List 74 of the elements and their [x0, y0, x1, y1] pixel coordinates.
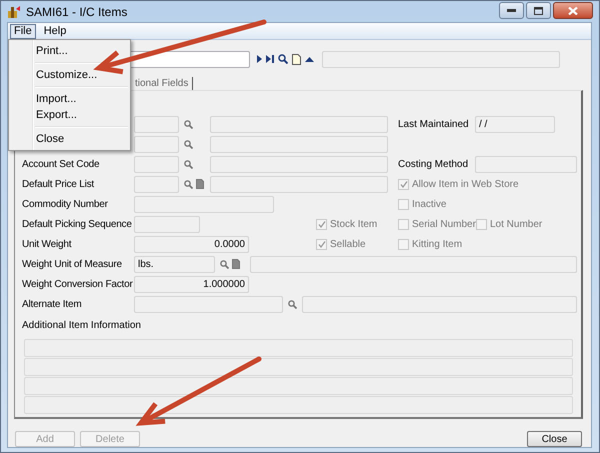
checkbox-label: Inactive — [412, 198, 446, 210]
search-icon[interactable] — [220, 260, 229, 268]
checkbox-label: Sellable — [330, 238, 366, 250]
field-label: Default Price List — [22, 178, 96, 190]
checkmark-icon — [400, 180, 408, 188]
input-field[interactable] — [134, 156, 179, 172]
maximize-button[interactable] — [526, 2, 551, 19]
input-field[interactable]: 1.000000 — [134, 276, 249, 292]
field-label: Last Maintained — [398, 118, 470, 130]
menu-item[interactable]: Export... — [9, 107, 130, 123]
text-line-field[interactable] — [24, 339, 573, 357]
checkbox-label: Allow Item in Web Store — [412, 178, 519, 190]
field-label: Default Picking Sequence — [22, 218, 133, 230]
description-field[interactable] — [322, 50, 560, 68]
window-title: SAMI61 - I/C Items — [26, 4, 128, 18]
text-line-field[interactable] — [24, 377, 573, 395]
close-icon — [568, 6, 578, 14]
new-document-icon[interactable] — [292, 54, 301, 64]
search-icon[interactable] — [184, 180, 193, 188]
menu-item[interactable]: Import... — [9, 91, 130, 107]
field-label: Weight Unit of Measure — [22, 258, 123, 270]
menu-item[interactable]: Close — [9, 131, 130, 147]
input-field[interactable] — [134, 296, 283, 312]
close-button[interactable] — [553, 2, 593, 19]
tab[interactable]: tional Fields — [135, 77, 194, 90]
search-icon[interactable] — [184, 160, 193, 168]
last-icon[interactable] — [266, 55, 274, 63]
search-icon[interactable] — [288, 300, 297, 308]
minimize-button[interactable] — [499, 2, 524, 19]
field-label: Alternate Item — [22, 298, 82, 310]
description-field[interactable] — [250, 256, 577, 272]
field-label: Commodity Number — [22, 198, 109, 210]
search-icon[interactable] — [184, 140, 193, 148]
text-line-field[interactable] — [24, 396, 573, 414]
field-label: Account Set Code — [22, 158, 100, 170]
field-label: Weight Conversion Factor — [22, 278, 134, 290]
description-field[interactable] — [210, 156, 388, 172]
menu-item[interactable]: Print... — [9, 43, 130, 59]
input-field[interactable] — [134, 176, 179, 192]
text-line-field[interactable] — [24, 358, 573, 376]
minimize-icon — [507, 9, 516, 12]
document-icon[interactable] — [196, 179, 204, 189]
checkbox-label: Serial Number — [412, 218, 476, 230]
checkbox-label: Kitting Item — [412, 238, 462, 250]
menu-item[interactable]: Help — [40, 24, 70, 38]
checkmark-icon — [318, 240, 326, 248]
description-field[interactable] — [210, 136, 388, 152]
input-field[interactable] — [475, 156, 577, 172]
menu-item[interactable]: Customize... — [9, 67, 130, 83]
input-field[interactable]: lbs. — [134, 256, 215, 272]
document-icon[interactable] — [232, 259, 240, 269]
input-field[interactable] — [134, 216, 200, 232]
checkbox-label: Stock Item — [330, 218, 378, 230]
field-label: Costing Method — [398, 158, 470, 170]
description-field[interactable] — [302, 296, 577, 312]
checkbox-label: Lot Number — [490, 218, 542, 230]
triangle-up-icon[interactable] — [305, 56, 314, 62]
search-icon[interactable] — [184, 120, 193, 128]
input-field[interactable] — [134, 116, 179, 132]
search-icon[interactable] — [278, 54, 288, 64]
input-field[interactable] — [134, 196, 274, 212]
field-label: Unit Weight — [22, 238, 72, 250]
checkmark-icon — [318, 220, 326, 228]
app-icon — [7, 4, 21, 18]
input-field[interactable]: 0.0000 — [134, 236, 249, 252]
next-icon[interactable] — [257, 55, 262, 63]
button[interactable]: Close — [527, 431, 582, 447]
maximize-icon — [534, 6, 543, 14]
input-field[interactable] — [134, 136, 179, 152]
description-field[interactable] — [210, 116, 388, 132]
menu-item[interactable]: File — [10, 24, 36, 38]
input-field[interactable]: / / — [475, 116, 555, 132]
section-label: Additional Item Information — [22, 320, 142, 333]
description-field[interactable] — [210, 176, 388, 192]
